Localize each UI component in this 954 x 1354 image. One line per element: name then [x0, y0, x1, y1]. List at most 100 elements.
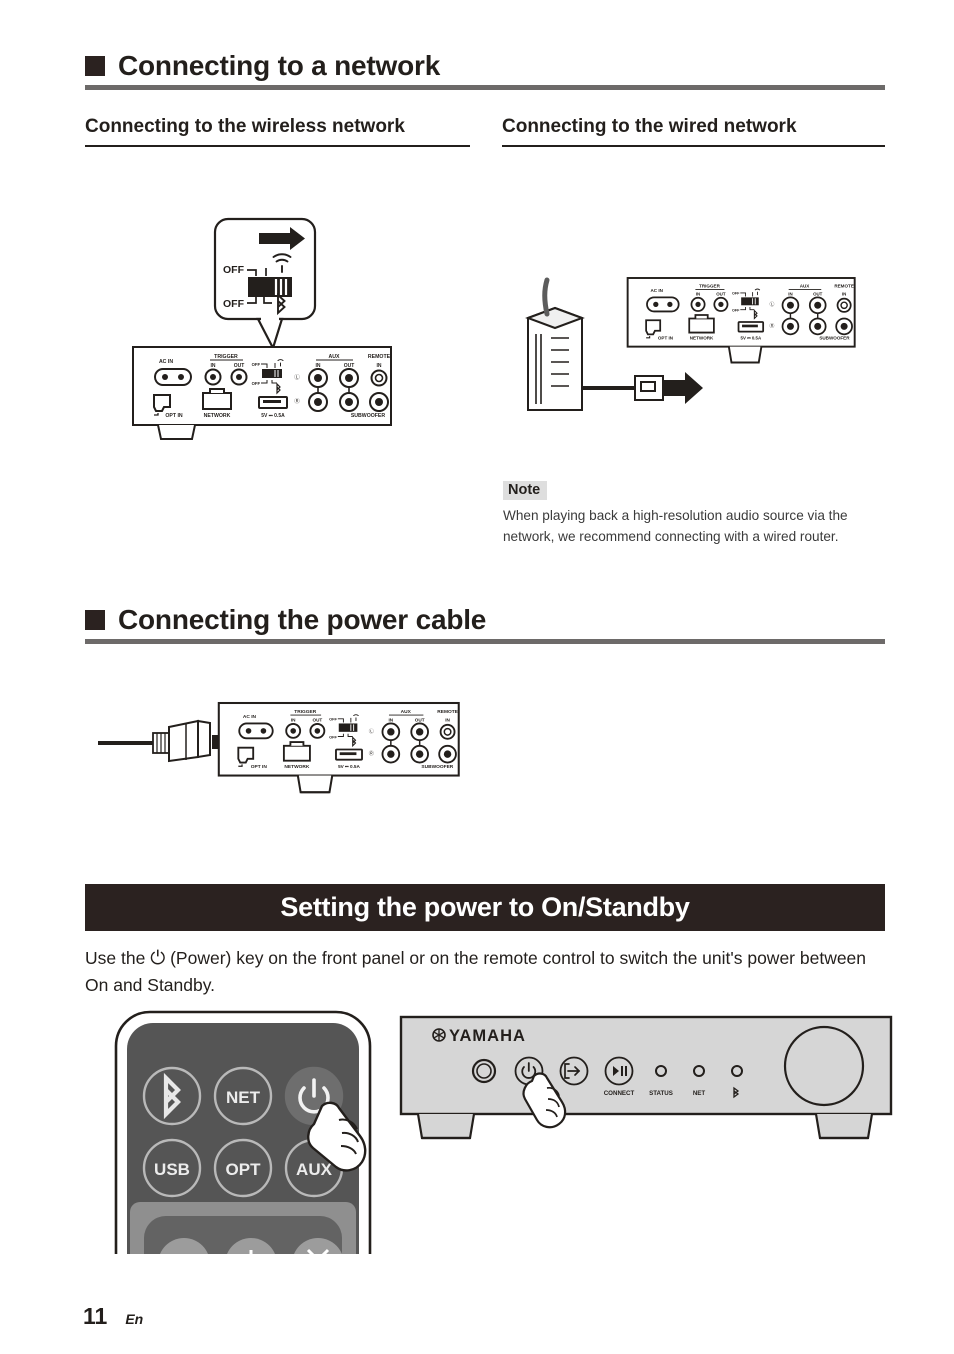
- subsection-wired: Connecting to the wired network: [502, 115, 885, 147]
- label-opt-in: OPT IN: [658, 336, 673, 341]
- subsection-wireless-title: Connecting to the wireless network: [85, 116, 405, 137]
- net-label: NET: [693, 1090, 706, 1097]
- section-heading-rule: [85, 639, 885, 644]
- label-network: NETWORK: [690, 336, 714, 341]
- figure-wired-connection: AC IN OPT IN TRIGGER IN OUT NETWORK OFF: [503, 270, 885, 445]
- label-channel-right: Ⓡ: [294, 397, 300, 405]
- note-label: Note: [503, 481, 548, 500]
- label-remote-in: IN: [445, 718, 450, 723]
- remote-button-row-1: NET: [142, 1066, 344, 1126]
- label-ac-in: AC IN: [650, 288, 662, 293]
- opt-button-label: OPT: [226, 1160, 262, 1179]
- label-aux-out: OUT: [415, 718, 425, 723]
- label-opt-in: OPT IN: [251, 764, 268, 770]
- aux-button-label: AUX: [296, 1160, 333, 1179]
- label-remote: REMOTE: [834, 284, 854, 289]
- panel-foot-left: [416, 1113, 476, 1140]
- power-plug-icon: [152, 719, 211, 763]
- label-trigger-out: OUT: [716, 292, 726, 297]
- figure-remote-control: NET USB OPT AUX: [108, 1002, 378, 1254]
- label-remote: REMOTE: [437, 709, 458, 715]
- subsection-wireless: Connecting to the wireless network: [85, 115, 470, 147]
- label-trigger: TRIGGER: [214, 354, 238, 360]
- rear-panel-illustration: AC IN OPT IN TRIGGER IN OUT NETWORK OFF: [626, 277, 856, 364]
- callout-off-upper-label: OFF: [223, 264, 245, 276]
- usb-button-label: USB: [154, 1160, 190, 1179]
- lan-plug-icon: [634, 375, 664, 401]
- section-network-title: Connecting to a network: [118, 50, 441, 81]
- rear-panel-illustration: AC IN OPT IN TRIGGER IN OUT NETWORK OFF …: [132, 346, 392, 440]
- label-ac-in: AC IN: [243, 714, 257, 720]
- label-trigger: TRIGGER: [699, 284, 720, 289]
- heading-bullet-square: [85, 56, 105, 76]
- subsection-wired-title: Connecting to the wired network: [502, 116, 797, 137]
- label-usb-power: 5V ⎓ 0.5A: [741, 336, 762, 341]
- label-aux-in: IN: [389, 718, 394, 723]
- chapter-banner-title: Setting the power to On/Standby: [280, 892, 690, 922]
- panel-switch-off-top: OFF: [252, 362, 261, 367]
- label-aux-in: IN: [788, 292, 792, 297]
- label-trigger-in: IN: [211, 363, 216, 369]
- label-subwoofer: SUBWOOFER: [421, 764, 453, 770]
- label-remote-in: IN: [842, 292, 846, 297]
- standby-paragraph: Use the ⏻ (Power) key on the front panel…: [85, 946, 885, 998]
- panel-switch-off-top: OFF: [329, 717, 337, 722]
- label-network: NETWORK: [284, 764, 309, 770]
- section-heading-power-cable: Connecting the power cable: [85, 606, 885, 644]
- label-channel-left: Ⓛ: [294, 373, 300, 381]
- label-trigger-in: IN: [291, 718, 296, 723]
- figure-front-panel: YAMAHA CONNECT STATUS NET: [398, 1014, 894, 1150]
- panel-switch-off-top: OFF: [732, 292, 740, 296]
- label-trigger-out: OUT: [312, 718, 322, 723]
- callout-off-lower-label: OFF: [223, 298, 245, 310]
- label-ac-in: AC IN: [159, 359, 173, 365]
- panel-switch-off-bottom: OFF: [732, 308, 740, 312]
- manual-page: Connecting to a network Connecting to th…: [0, 0, 954, 1354]
- net-button-label: NET: [226, 1088, 261, 1107]
- status-label: STATUS: [649, 1090, 673, 1097]
- router-illustration: [525, 277, 585, 411]
- page-footer: 11 En: [83, 1303, 143, 1330]
- rear-panel-illustration: AC IN OPT IN TRIGGER IN OUT NETWORK OFF: [217, 701, 460, 794]
- heading-bullet-square: [85, 610, 105, 630]
- wireless-switch-callout: OFF OFF: [213, 217, 317, 351]
- figure-wireless-connection: OFF OFF AC IN OPT IN TRIGGER IN OUT NETW…: [130, 215, 410, 445]
- panel-foot-right: [814, 1113, 874, 1140]
- subsection-wireless-rule: [85, 144, 470, 147]
- panel-switch-off-bottom: OFF: [252, 381, 261, 386]
- section-heading-network: Connecting to a network: [85, 52, 885, 90]
- insert-arrow-icon: [663, 372, 703, 404]
- label-channel-left: Ⓛ: [369, 728, 374, 735]
- label-aux: AUX: [800, 284, 810, 289]
- label-subwoofer: SUBWOOFER: [819, 336, 850, 341]
- label-aux: AUX: [329, 354, 340, 360]
- subsection-wired-rule: [502, 144, 885, 147]
- panel-switch-off-bottom: OFF: [329, 734, 337, 739]
- label-aux-out: OUT: [813, 292, 823, 297]
- label-aux: AUX: [401, 709, 412, 715]
- power-symbol-inline: ⏻: [150, 948, 166, 969]
- page-language-code: En: [125, 1311, 144, 1327]
- label-subwoofer: SUBWOOFER: [351, 413, 386, 419]
- label-trigger-out: OUT: [234, 363, 245, 369]
- label-network: NETWORK: [204, 413, 231, 419]
- label-remote-in: IN: [377, 363, 382, 369]
- label-remote: REMOTE: [368, 354, 391, 360]
- brand-label: YAMAHA: [449, 1027, 526, 1045]
- paragraph-part-2: (Power) key on the front panel or on the…: [85, 948, 867, 995]
- connect-label: CONNECT: [604, 1090, 635, 1097]
- label-trigger-in: IN: [696, 292, 700, 297]
- note-block: Note When playing back a high-resolution…: [503, 481, 875, 547]
- paragraph-part-1: Use the: [85, 948, 146, 968]
- section-power-cable-title: Connecting the power cable: [118, 604, 487, 635]
- label-usb-power: 5V ⎓ 0.5A: [261, 413, 285, 419]
- page-number: 11: [83, 1303, 108, 1329]
- chapter-banner: Setting the power to On/Standby: [85, 884, 885, 931]
- label-channel-right: Ⓡ: [369, 750, 374, 757]
- section-heading-rule: [85, 85, 885, 90]
- note-text: When playing back a high-resolution audi…: [503, 508, 848, 545]
- label-trigger: TRIGGER: [294, 709, 317, 715]
- label-usb-power: 5V ⎓ 0.5A: [338, 764, 360, 769]
- figure-power-cable-connection: AC IN OPT IN TRIGGER IN OUT NETWORK OFF: [98, 695, 468, 820]
- label-opt-in: OPT IN: [165, 413, 183, 419]
